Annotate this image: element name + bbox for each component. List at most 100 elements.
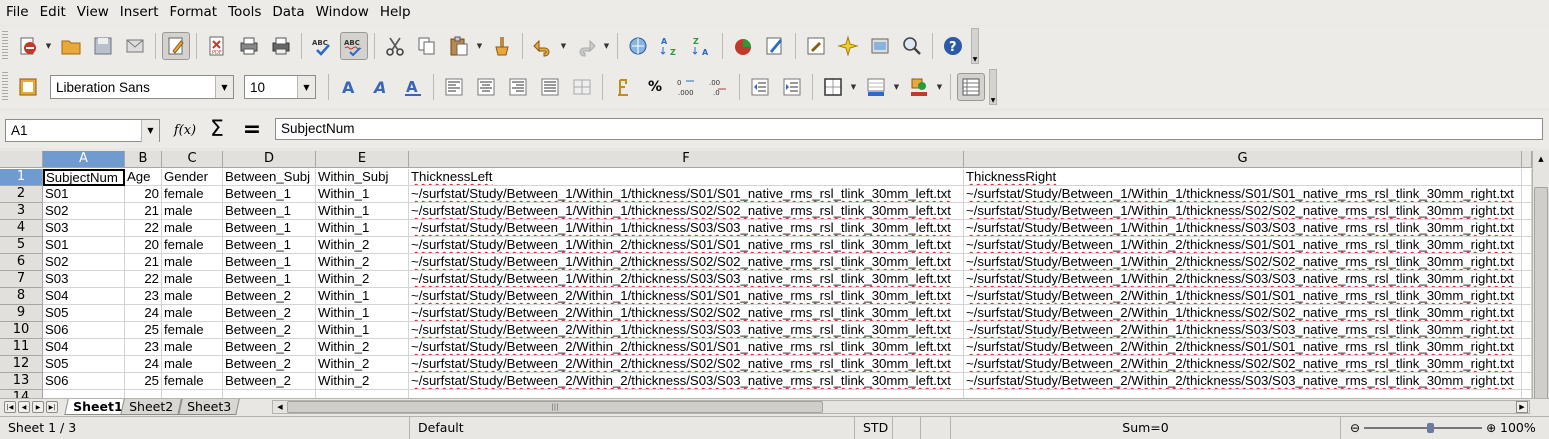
undo-icon[interactable] — [529, 32, 557, 60]
scroll-left-icon[interactable]: ◀ — [274, 401, 286, 413]
select-all-corner[interactable] — [0, 151, 43, 168]
table-cell[interactable]: 25 — [125, 373, 162, 390]
zoom-slider[interactable]: ⊖ ⊕ — [1350, 417, 1496, 439]
scroll-up-icon[interactable]: ▲ — [1533, 151, 1549, 167]
table-cell[interactable] — [1522, 305, 1532, 322]
column-header-h[interactable] — [1522, 151, 1532, 168]
row-header[interactable]: 4 — [0, 220, 43, 237]
edit-mode-icon[interactable] — [162, 32, 190, 60]
table-cell[interactable]: S01 — [43, 237, 125, 254]
table-cell[interactable] — [43, 390, 125, 398]
table-cell[interactable]: 22 — [125, 271, 162, 288]
table-cell[interactable]: Within_1 — [316, 186, 409, 203]
table-cell[interactable]: ~/surfstat/Study/Between_2/Within_1/thic… — [409, 288, 964, 305]
row-header[interactable]: 2 — [0, 186, 43, 203]
table-cell[interactable] — [964, 390, 1522, 398]
row-header[interactable]: 9 — [0, 305, 43, 322]
menu-insert[interactable]: Insert — [116, 0, 163, 25]
chevron-down-icon[interactable]: ▼ — [602, 42, 611, 50]
chart-icon[interactable] — [729, 32, 757, 60]
table-cell[interactable]: male — [162, 271, 223, 288]
zoom-slider-handle[interactable] — [1427, 423, 1435, 433]
autospellcheck-icon[interactable]: ABC — [340, 32, 368, 60]
chevron-down-icon[interactable]: ▼ — [44, 42, 53, 50]
font-name-combo[interactable]: Liberation Sans ▼ — [50, 75, 234, 99]
column-header-g[interactable]: G — [964, 151, 1522, 168]
menu-window[interactable]: Window — [312, 0, 373, 25]
redo-icon[interactable] — [572, 32, 600, 60]
table-cell[interactable]: Between_2 — [223, 288, 316, 305]
copy-icon[interactable] — [413, 32, 441, 60]
table-cell[interactable]: S03 — [43, 220, 125, 237]
table-cell[interactable]: ~/surfstat/Study/Between_2/Within_2/thic… — [409, 339, 964, 356]
cut-icon[interactable] — [381, 32, 409, 60]
table-cell[interactable]: 24 — [125, 356, 162, 373]
table-cell[interactable]: Between_2 — [223, 322, 316, 339]
table-cell[interactable]: Within_2 — [316, 373, 409, 390]
spellcheck-icon[interactable]: ABC — [308, 32, 336, 60]
table-cell[interactable]: ~/surfstat/Study/Between_1/Within_1/thic… — [409, 220, 964, 237]
show-draw-functions-icon[interactable] — [761, 32, 789, 60]
table-cell[interactable]: ~/surfstat/Study/Between_2/Within_1/thic… — [964, 288, 1522, 305]
table-cell[interactable]: ~/surfstat/Study/Between_1/Within_2/thic… — [964, 271, 1522, 288]
table-cell[interactable]: 24 — [125, 305, 162, 322]
background-color-icon[interactable] — [862, 73, 890, 101]
function-icon[interactable]: = — [240, 116, 264, 142]
zoom-level[interactable]: 100% — [1500, 417, 1536, 438]
table-cell[interactable]: Between_2 — [223, 305, 316, 322]
table-cell[interactable]: ~/surfstat/Study/Between_2/Within_2/thic… — [409, 373, 964, 390]
table-cell[interactable] — [1522, 390, 1532, 398]
table-cell[interactable]: Between_1 — [223, 237, 316, 254]
column-header-a[interactable]: A — [43, 151, 125, 168]
table-cell[interactable]: Within_1 — [316, 220, 409, 237]
table-cell[interactable]: ~/surfstat/Study/Between_2/Within_2/thic… — [964, 339, 1522, 356]
merge-cells-icon[interactable] — [568, 73, 596, 101]
table-cell[interactable]: male — [162, 203, 223, 220]
function-wizard-icon[interactable]: f(x) — [172, 118, 198, 142]
horizontal-scroll-thumb[interactable]: ||| — [287, 401, 823, 413]
header-cell[interactable]: SubjectNum — [43, 169, 125, 186]
toggle-grid-icon[interactable] — [957, 73, 985, 101]
chevron-down-icon[interactable]: ▼ — [849, 83, 858, 91]
table-cell[interactable] — [1522, 203, 1532, 220]
print-preview-icon[interactable] — [267, 32, 295, 60]
column-header-d[interactable]: D — [223, 151, 316, 168]
table-cell[interactable]: ~/surfstat/Study/Between_2/Within_2/thic… — [409, 356, 964, 373]
borders-icon[interactable] — [819, 73, 847, 101]
chevron-down-icon[interactable]: ▼ — [935, 83, 944, 91]
header-cell[interactable]: ThicknessRight — [964, 169, 1522, 186]
table-cell[interactable] — [1522, 322, 1532, 339]
table-cell[interactable]: S04 — [43, 339, 125, 356]
table-cell[interactable] — [223, 390, 316, 398]
table-cell[interactable]: S03 — [43, 271, 125, 288]
table-cell[interactable]: Within_2 — [316, 254, 409, 271]
table-cell[interactable]: 21 — [125, 203, 162, 220]
chevron-down-icon[interactable]: ▼ — [892, 83, 901, 91]
table-cell[interactable]: ~/surfstat/Study/Between_2/Within_1/thic… — [409, 305, 964, 322]
table-cell[interactable]: male — [162, 356, 223, 373]
table-cell[interactable]: S01 — [43, 186, 125, 203]
column-header-c[interactable]: C — [162, 151, 223, 168]
table-cell[interactable]: Within_2 — [316, 356, 409, 373]
table-cell[interactable]: male — [162, 339, 223, 356]
table-cell[interactable]: S06 — [43, 322, 125, 339]
row-header[interactable]: 5 — [0, 237, 43, 254]
header-cell[interactable]: Between_Subj — [223, 169, 316, 186]
table-cell[interactable]: ~/surfstat/Study/Between_1/Within_2/thic… — [409, 237, 964, 254]
align-right-icon[interactable] — [504, 73, 532, 101]
add-decimal-icon[interactable]: 0 .000 — [673, 73, 701, 101]
email-icon[interactable] — [121, 32, 149, 60]
chevron-down-icon[interactable]: ▼ — [141, 119, 159, 142]
table-cell[interactable]: male — [162, 220, 223, 237]
zoom-icon[interactable] — [898, 32, 926, 60]
styles-formatting-icon[interactable] — [14, 73, 42, 101]
row-header[interactable]: 1 — [0, 169, 43, 186]
align-left-icon[interactable] — [440, 73, 468, 101]
table-cell[interactable]: female — [162, 237, 223, 254]
table-cell[interactable]: S02 — [43, 203, 125, 220]
table-cell[interactable]: Within_1 — [316, 288, 409, 305]
table-cell[interactable]: Within_1 — [316, 305, 409, 322]
italic-icon[interactable]: A — [367, 73, 395, 101]
underline-icon[interactable]: A — [399, 73, 427, 101]
table-cell[interactable] — [1522, 271, 1532, 288]
